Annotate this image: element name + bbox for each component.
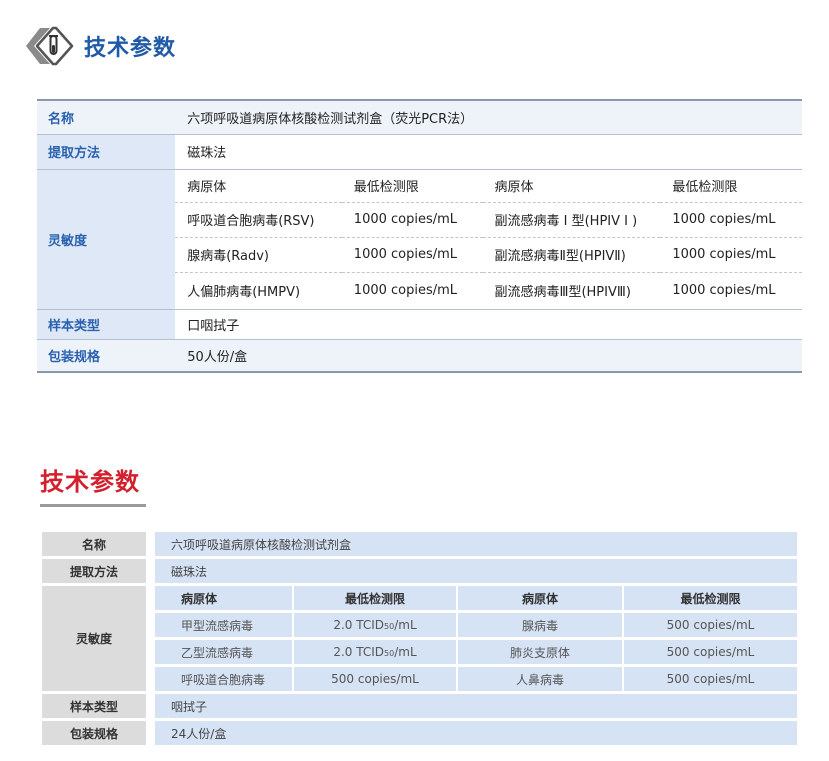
cell: 1000 copies/mL: [341, 202, 483, 238]
cell: 1000 copies/mL: [660, 202, 802, 238]
cell: 人偏肺病毒(HMPV): [175, 272, 342, 310]
col-pathogen: 病原体: [155, 586, 294, 610]
cell: 500 copies/mL: [624, 667, 797, 691]
sensitivity-row: 甲型流感病毒 2.0 TCID50/mL 腺病毒 500 copies/mL: [42, 613, 797, 637]
label-extraction: 提取方法: [37, 134, 176, 170]
value-package: 50人份/盒: [175, 339, 802, 373]
sensitivity-header-row: 灵敏度 病原体 最低检测限 病原体 最低检测限: [42, 586, 797, 691]
cell: 腺病毒(Radv): [175, 237, 342, 273]
cell: 500 copies/mL: [294, 667, 458, 691]
sensitivity-row: 乙型流感病毒 2.0 TCID50/mL 肺炎支原体 500 copies/mL: [42, 640, 797, 664]
value-sample: 咽拭子: [155, 694, 797, 718]
label-package: 包装规格: [42, 721, 155, 745]
col-lod: 最低检测限: [624, 586, 797, 610]
col-pathogen: 病原体: [458, 586, 624, 610]
label-sample: 样本类型: [37, 309, 176, 340]
label-name: 名称: [42, 532, 155, 556]
label-extraction: 提取方法: [42, 559, 155, 583]
value-name: 六项呼吸道病原体核酸检测试剂盒: [155, 532, 797, 556]
section1-title: 技术参数: [84, 36, 177, 61]
sensitivity-row: 呼吸道合胞病毒 500 copies/mL 人鼻病毒 500 copies/mL: [42, 667, 797, 691]
cell: 副流感病毒Ⅱ型(HPIVⅡ): [482, 237, 661, 273]
col-lod: 最低检测限: [294, 586, 458, 610]
cell: 1000 copies/mL: [341, 237, 483, 273]
cell: 甲型流感病毒: [155, 613, 294, 637]
value-extraction: 磁珠法: [175, 134, 802, 170]
label-sensitivity: 灵敏度: [42, 586, 155, 691]
label-sample: 样本类型: [42, 694, 155, 718]
col-lod: 最低检测限: [341, 169, 483, 203]
label-sensitivity: 灵敏度: [37, 169, 176, 310]
cell: 1000 copies/mL: [341, 272, 483, 310]
section1-header: 技术参数: [26, 24, 176, 68]
row-name: 名称 六项呼吸道病原体核酸检测试剂盒（荧光PCR法）: [37, 99, 802, 135]
cell: 人鼻病毒: [458, 667, 624, 691]
cell: 2.0 TCID50/mL: [294, 640, 458, 664]
cell: 乙型流感病毒: [155, 640, 294, 664]
value-package: 24人份/盒: [155, 721, 797, 745]
cell: 1000 copies/mL: [660, 237, 802, 273]
cell: 1000 copies/mL: [660, 272, 802, 310]
cell: 副流感病毒Ⅲ型(HPIVⅢ): [482, 272, 661, 310]
label-package: 包装规格: [37, 339, 176, 373]
cell: 腺病毒: [458, 613, 624, 637]
section2-spec-table: 名称 六项呼吸道病原体核酸检测试剂盒 提取方法 磁珠法 灵敏度 病原体 最低检测…: [42, 529, 797, 748]
row-extraction: 提取方法 磁珠法: [37, 134, 802, 170]
cell: 副流感病毒 I 型(HPIV I ): [482, 202, 661, 238]
section2-title-underline: [40, 504, 146, 507]
row-package: 包装规格 50人份/盒: [37, 339, 802, 373]
col-pathogen: 病原体: [482, 169, 661, 203]
row-sample: 样本类型 口咽拭子: [37, 309, 802, 340]
row-package: 包装规格 24人份/盒: [42, 721, 797, 745]
row-sample: 样本类型 咽拭子: [42, 694, 797, 718]
value-sample: 口咽拭子: [175, 309, 802, 340]
label-name: 名称: [37, 99, 176, 135]
value-name: 六项呼吸道病原体核酸检测试剂盒（荧光PCR法）: [175, 99, 802, 135]
cell: 呼吸道合胞病毒(RSV): [175, 202, 342, 238]
col-pathogen: 病原体: [175, 169, 342, 203]
cell: 2.0 TCID50/mL: [294, 613, 458, 637]
cell: 500 copies/mL: [624, 640, 797, 664]
col-lod: 最低检测限: [660, 169, 802, 203]
value-extraction: 磁珠法: [155, 559, 797, 583]
section1-spec-table: 名称 六项呼吸道病原体核酸检测试剂盒（荧光PCR法） 提取方法 磁珠法 灵敏度 …: [37, 99, 802, 373]
sensitivity-header-row: 灵敏度 病原体 最低检测限 病原体 最低检测限: [37, 169, 802, 310]
test-tube-diamond-icon: [26, 26, 74, 66]
section2-title: 技术参数: [40, 468, 140, 496]
cell: 肺炎支原体: [458, 640, 624, 664]
row-name: 名称 六项呼吸道病原体核酸检测试剂盒: [42, 532, 797, 556]
row-extraction: 提取方法 磁珠法: [42, 559, 797, 583]
cell: 呼吸道合胞病毒: [155, 667, 294, 691]
cell: 500 copies/mL: [624, 613, 797, 637]
